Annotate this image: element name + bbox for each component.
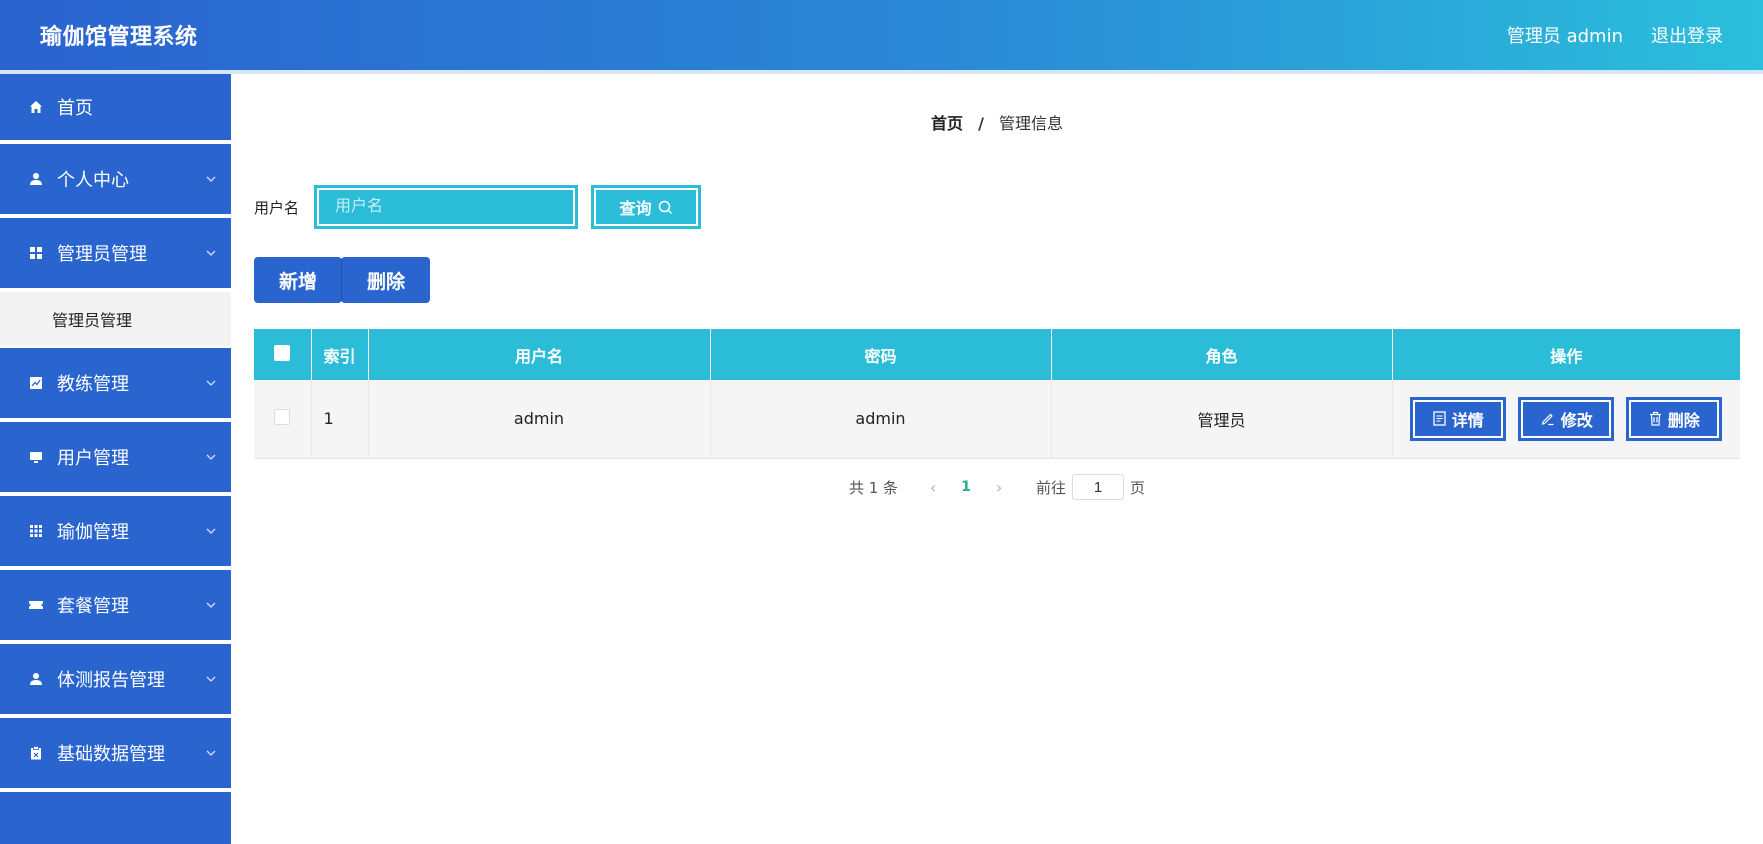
breadcrumb-separator: / (978, 114, 984, 133)
main-content: 首页 / 管理信息 用户名 查询 新增 删除 索引 用户名 密码 角色 操作 (231, 74, 1763, 844)
chevron-down-icon (206, 176, 216, 182)
search-row: 用户名 查询 (254, 186, 701, 228)
trash-icon (1649, 412, 1661, 426)
col-role: 角色 (1051, 329, 1393, 380)
breadcrumb-home[interactable]: 首页 (931, 114, 963, 133)
pagination-goto-label: 前往 (1036, 478, 1067, 497)
cell-username: admin (368, 380, 711, 459)
user-icon (28, 171, 44, 187)
sidebar-item-package-management[interactable]: 套餐管理 (0, 570, 231, 644)
pagination-page[interactable]: 1 (948, 479, 984, 495)
sidebar-item-label: 瑜伽管理 (57, 522, 129, 543)
table-header-row: 索引 用户名 密码 角色 操作 (254, 329, 1740, 380)
sidebar-item-personal-center[interactable]: 个人中心 (0, 144, 231, 218)
pagination-goto-unit: 页 (1130, 478, 1146, 497)
pencil-icon (1541, 413, 1554, 426)
sidebar-item-label: 体测报告管理 (57, 670, 165, 691)
col-username: 用户名 (368, 329, 711, 380)
sidebar-item-body-report-management[interactable]: 体测报告管理 (0, 644, 231, 718)
search-button[interactable]: 查询 (592, 186, 701, 228)
logout-link[interactable]: 退出登录 (1651, 22, 1723, 48)
cell-role: 管理员 (1051, 380, 1393, 459)
header-right: 管理员 admin 退出登录 (1507, 22, 1723, 48)
row-operations: 详情 修改 删除 (1393, 397, 1741, 440)
chevron-right-icon[interactable]: › (984, 478, 1014, 497)
add-button[interactable]: 新增 (254, 257, 342, 303)
sidebar-item-label: 首页 (57, 98, 93, 119)
grid-icon (28, 245, 44, 261)
chevron-down-icon (206, 676, 216, 682)
breadcrumb: 首页 / 管理信息 (231, 110, 1763, 134)
current-user: 管理员 admin (1506, 26, 1623, 47)
clipboard-icon (28, 745, 44, 761)
chevron-left-icon[interactable]: ‹ (918, 478, 948, 497)
sidebar-item-more[interactable] (0, 792, 231, 844)
chevron-down-icon (206, 380, 216, 386)
sidebar-item-user-management[interactable]: 用户管理 (0, 422, 231, 496)
apps-icon (28, 523, 44, 539)
delete-button-label: 删除 (1667, 410, 1700, 430)
delete-button[interactable]: 删除 (1627, 397, 1722, 440)
sidebar-item-coach-management[interactable]: 教练管理 (0, 348, 231, 422)
select-all-checkbox[interactable] (274, 344, 291, 361)
ticket-icon (28, 597, 44, 613)
app-title: 瑜伽馆管理系统 (40, 25, 198, 50)
batch-delete-button[interactable]: 删除 (342, 257, 430, 303)
chevron-down-icon (206, 602, 216, 608)
search-button-label: 查询 (619, 199, 652, 218)
sidebar-item-label: 套餐管理 (57, 596, 129, 617)
cell-operations: 详情 修改 删除 (1392, 380, 1741, 459)
sidebar-subitem-admin-management[interactable]: 管理员管理 (0, 292, 231, 348)
document-icon (1433, 411, 1446, 426)
chevron-down-icon (206, 750, 216, 756)
home-icon (28, 99, 44, 115)
row-select-cell[interactable] (254, 380, 312, 459)
sidebar-item-label: 基础数据管理 (57, 744, 165, 765)
chevron-down-icon (206, 454, 216, 460)
username-search-input[interactable] (315, 186, 578, 228)
row-checkbox[interactable] (274, 408, 291, 425)
edit-button[interactable]: 修改 (1519, 397, 1614, 440)
sidebar-item-admin-management[interactable]: 管理员管理 (0, 218, 231, 292)
col-index: 索引 (311, 329, 369, 380)
detail-button-label: 详情 (1451, 410, 1484, 430)
breadcrumb-current: 管理信息 (999, 114, 1064, 133)
pagination: 共 1 条 ‹ 1 › 前往 页 (231, 474, 1763, 500)
chevron-down-icon (206, 250, 216, 256)
sidebar-item-home[interactable]: 首页 (0, 74, 231, 144)
chevron-down-icon (206, 528, 216, 534)
sidebar: 首页 个人中心 管理员管理 管理员管理 教练管理 用户管理 瑜伽管理 套餐管理 … (0, 74, 231, 844)
sidebar-item-label: 个人中心 (57, 170, 129, 191)
sidebar-item-yoga-management[interactable]: 瑜伽管理 (0, 496, 231, 570)
detail-button[interactable]: 详情 (1411, 397, 1506, 440)
cell-index: 1 (311, 380, 369, 459)
sidebar-item-basic-data-management[interactable]: 基础数据管理 (0, 718, 231, 792)
sidebar-item-label: 教练管理 (57, 374, 129, 395)
pagination-total: 共 1 条 (848, 478, 899, 497)
chart-icon (28, 375, 44, 391)
select-all-cell[interactable] (254, 329, 312, 380)
pagination-goto-input[interactable] (1072, 474, 1125, 500)
admin-table: 索引 用户名 密码 角色 操作 1 admin admin 管理员 详情 修改 … (254, 329, 1740, 459)
person-icon (28, 671, 44, 687)
sidebar-item-label: 用户管理 (57, 448, 129, 469)
edit-button-label: 修改 (1560, 410, 1593, 430)
top-header: 瑜伽馆管理系统 管理员 admin 退出登录 (0, 0, 1763, 70)
search-label: 用户名 (254, 198, 300, 217)
col-password: 密码 (710, 329, 1052, 380)
sidebar-item-label: 管理员管理 (57, 244, 147, 265)
search-icon (658, 200, 672, 214)
col-operations: 操作 (1392, 329, 1740, 380)
action-row: 新增 删除 (254, 257, 430, 303)
table-row: 1 admin admin 管理员 详情 修改 删除 (254, 380, 1741, 459)
cell-password: admin (710, 380, 1052, 459)
monitor-icon (28, 449, 44, 465)
